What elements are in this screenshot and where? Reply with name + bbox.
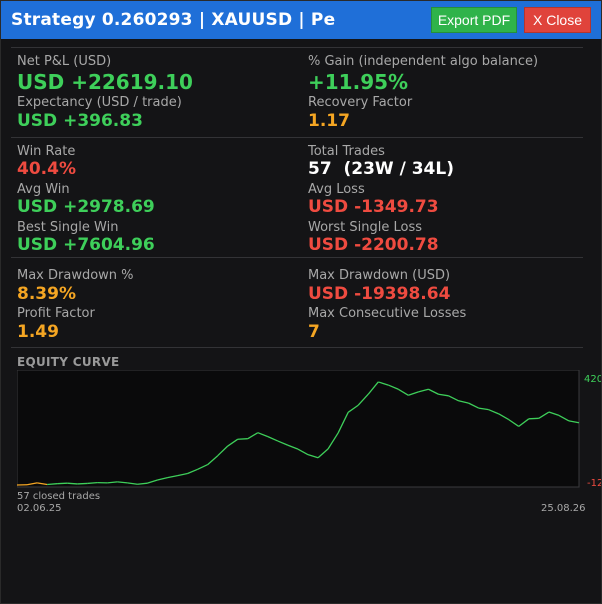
max-consecutive-losses-value: 7 bbox=[308, 322, 320, 342]
win-rate-value: 40.4% bbox=[17, 159, 76, 179]
equity-curve-title: EQUITY CURVE bbox=[17, 355, 120, 369]
best-win-value: USD +7604.96 bbox=[17, 235, 155, 255]
equity-curve-segment bbox=[528, 417, 539, 420]
equity-curve-svg: 420 -12 bbox=[17, 370, 601, 488]
win-rate-label: Win Rate bbox=[17, 144, 76, 159]
equity-curve-segment bbox=[67, 482, 78, 485]
close-button[interactable]: X Close bbox=[524, 7, 591, 33]
avg-loss-value: USD -1349.73 bbox=[308, 197, 439, 217]
expectancy-value: USD +396.83 bbox=[17, 111, 143, 131]
avg-loss-label: Avg Loss bbox=[308, 182, 365, 197]
y-tick-min-label: -12 bbox=[587, 478, 601, 488]
worst-loss-label: Worst Single Loss bbox=[308, 220, 423, 235]
closed-trades-count: 57 closed trades bbox=[17, 491, 101, 502]
total-trades-label: Total Trades bbox=[308, 144, 385, 159]
max-drawdown-usd-value: USD -19398.64 bbox=[308, 284, 451, 304]
expectancy-label: Expectancy (USD / trade) bbox=[17, 95, 182, 110]
separator bbox=[11, 137, 583, 138]
net-pnl-value: USD +22619.10 bbox=[17, 70, 193, 94]
window-title: Strategy 0.260293 | XAUUSD | Pe bbox=[11, 10, 336, 30]
equity-curve-segment bbox=[87, 481, 98, 485]
recovery-factor-value: 1.17 bbox=[308, 111, 350, 131]
separator bbox=[11, 47, 583, 48]
export-pdf-button[interactable]: Export PDF bbox=[431, 7, 517, 33]
gain-label: % Gain (independent algo balance) bbox=[308, 54, 539, 69]
equity-curve-segment bbox=[47, 483, 58, 486]
profit-factor-label: Profit Factor bbox=[17, 306, 95, 321]
y-tick-max-label: 420 bbox=[584, 374, 601, 385]
avg-win-value: USD +2978.69 bbox=[17, 197, 155, 217]
max-drawdown-pct-label: Max Drawdown % bbox=[17, 268, 134, 283]
gain-value: +11.95% bbox=[308, 70, 409, 94]
recovery-factor-label: Recovery Factor bbox=[308, 95, 413, 110]
avg-win-label: Avg Win bbox=[17, 182, 70, 197]
separator bbox=[11, 257, 583, 258]
max-drawdown-usd-label: Max Drawdown (USD) bbox=[308, 268, 451, 283]
max-drawdown-pct-value: 8.39% bbox=[17, 284, 76, 304]
report-window: Strategy 0.260293 | XAUUSD | Pe Export P… bbox=[0, 0, 602, 604]
worst-loss-value: USD -2200.78 bbox=[308, 235, 439, 255]
equity-curve-segment bbox=[77, 482, 88, 485]
best-win-label: Best Single Win bbox=[17, 220, 119, 235]
profit-factor-value: 1.49 bbox=[17, 322, 59, 342]
x-tick-start-label: 02.06.25 bbox=[17, 503, 62, 514]
plot-area bbox=[17, 370, 580, 488]
equity-curve-segment bbox=[237, 438, 248, 440]
max-consecutive-losses-label: Max Consecutive Losses bbox=[308, 306, 467, 321]
net-pnl-label: Net P&L (USD) bbox=[17, 54, 112, 69]
equity-curve-segment bbox=[57, 482, 68, 485]
title-bar: Strategy 0.260293 | XAUUSD | Pe Export P… bbox=[1, 1, 601, 39]
x-tick-end-label: 25.08.26 bbox=[541, 503, 586, 514]
total-trades-value: 57 (23W / 34L) bbox=[308, 159, 454, 179]
equity-curve-chart: 420 -12 bbox=[17, 370, 601, 488]
separator bbox=[11, 347, 583, 348]
